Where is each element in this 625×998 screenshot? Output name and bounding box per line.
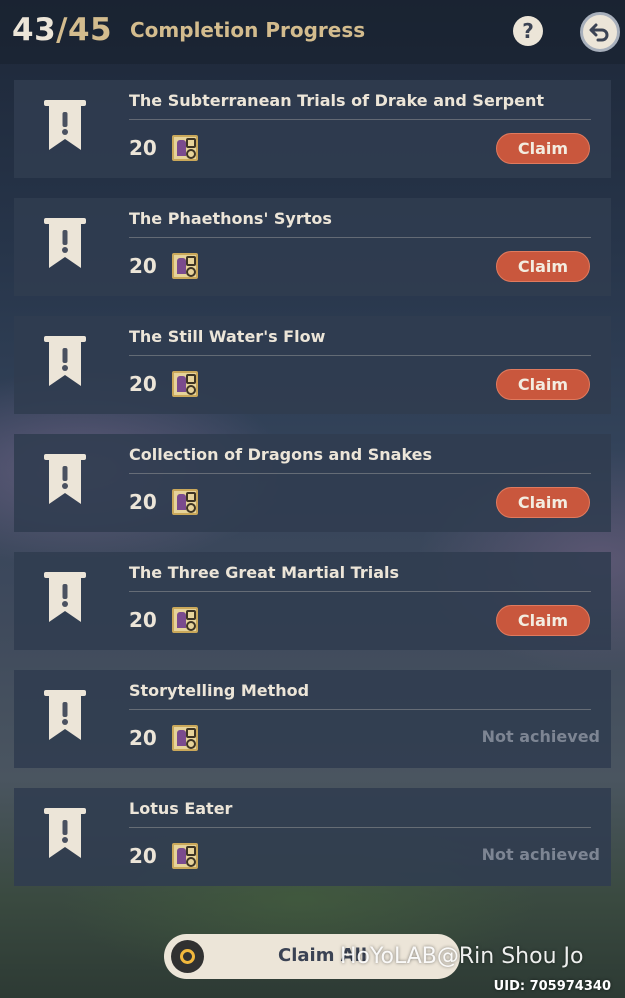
fate-card-icon [172,135,198,161]
uid-label: UID: 705974340 [493,979,611,994]
achievement-banner-icon [44,218,86,268]
achievement-item: Lotus Eater 20 Not achieved [14,788,611,886]
divider [129,591,591,592]
claim-button[interactable]: Claim [496,369,590,400]
achievement-item: The Three Great Martial Trials 20 Claim [14,552,611,650]
fate-card-icon [172,253,198,279]
divider [129,473,591,474]
reward-amount: 20 [129,254,157,278]
divider [129,709,591,710]
divider [129,237,591,238]
divider [129,827,591,828]
achievement-banner-icon [44,808,86,858]
not-achieved-label: Not achieved [481,845,600,864]
question-icon: ? [522,19,534,43]
achievement-item: The Subterranean Trials of Drake and Ser… [14,80,611,178]
claim-button[interactable]: Claim [496,487,590,518]
divider [129,355,591,356]
achievement-banner-icon [44,336,86,386]
total-count: 45 [67,12,113,48]
achievement-title: The Still Water's Flow [129,327,326,346]
achievement-title: The Phaethons' Syrtos [129,209,332,228]
page-title: Completion Progress [130,18,366,42]
reward-amount: 20 [129,372,157,396]
fate-card-icon [172,371,198,397]
reward-amount: 20 [129,844,157,868]
achievement-banner-icon [44,454,86,504]
achievement-item: Collection of Dragons and Snakes 20 Clai… [14,434,611,532]
count-separator: / [56,12,68,48]
watermark: HoYoLAB@Rin Shou Jo [340,944,584,969]
divider [129,119,591,120]
achievement-banner-icon [44,572,86,622]
achievement-title: Lotus Eater [129,799,233,818]
achievement-title: The Subterranean Trials of Drake and Ser… [129,91,545,110]
not-achieved-label: Not achieved [481,727,600,746]
help-button[interactable]: ? [513,16,543,46]
reward-amount: 20 [129,726,157,750]
claim-button[interactable]: Claim [496,133,590,164]
claim-button[interactable]: Claim [496,251,590,282]
completed-count: 43 [12,12,57,48]
achievement-banner-icon [44,690,86,740]
achievement-title: Storytelling Method [129,681,310,700]
fate-card-icon [172,725,198,751]
fate-card-icon [172,607,198,633]
reward-amount: 20 [129,490,157,514]
fate-card-icon [172,843,198,869]
achievement-title: Collection of Dragons and Snakes [129,445,433,464]
back-button[interactable] [580,12,620,52]
claim-button[interactable]: Claim [496,605,590,636]
achievement-item: The Phaethons' Syrtos 20 Claim [14,198,611,296]
achievement-list: The Subterranean Trials of Drake and Ser… [14,80,611,906]
progress-count: 43/45 [12,12,112,48]
reward-amount: 20 [129,608,157,632]
header-bar: 43/45 Completion Progress ? [0,0,625,64]
circle-icon [171,940,204,973]
achievement-title: The Three Great Martial Trials [129,563,400,582]
achievement-item: Storytelling Method 20 Not achieved [14,670,611,768]
achievement-item: The Still Water's Flow 20 Claim [14,316,611,414]
fate-card-icon [172,489,198,515]
back-arrow-icon [589,23,609,42]
reward-amount: 20 [129,136,157,160]
achievement-banner-icon [44,100,86,150]
